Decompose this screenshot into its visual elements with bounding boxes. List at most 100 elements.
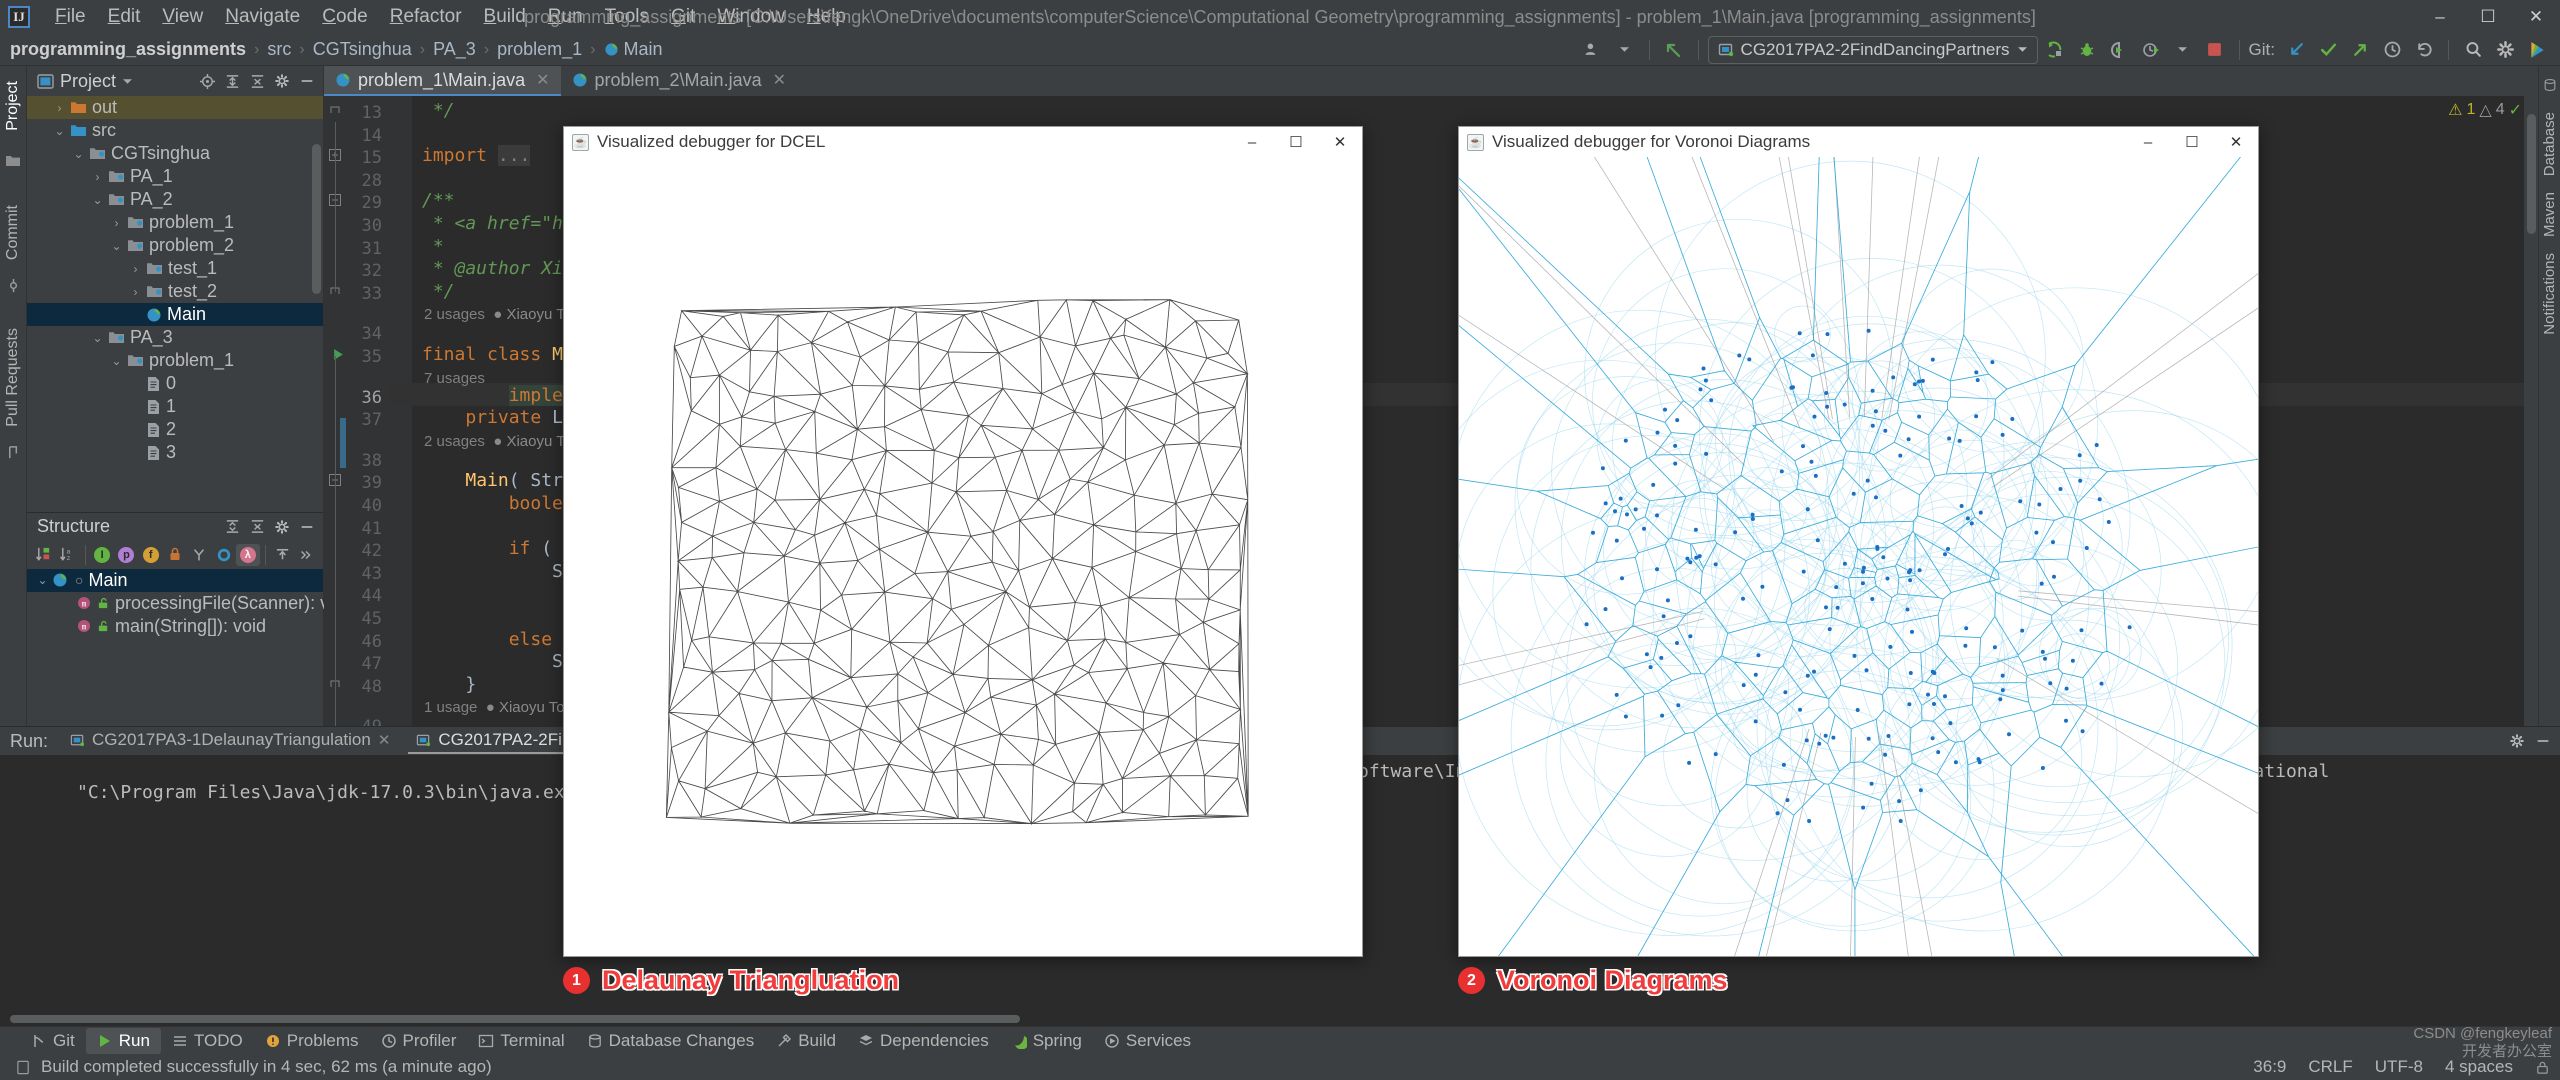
project-tree-item-main[interactable]: ›Main [27, 303, 323, 326]
tool-tab-run[interactable]: Run [85, 1027, 161, 1054]
debug-icon[interactable] [2072, 36, 2102, 64]
project-tree-item-test-1[interactable]: › test_1 [27, 257, 323, 280]
run-coverage-icon[interactable] [2104, 36, 2134, 64]
project-tree-item-3[interactable]: ›3 [27, 441, 323, 464]
project-tree-item-test-2[interactable]: › test_2 [27, 280, 323, 303]
project-tree-item-pa-2[interactable]: ⌄ PA_2 [27, 188, 323, 211]
caret-position[interactable]: 36:9 [2253, 1057, 2286, 1077]
git-commit-icon[interactable] [2313, 36, 2343, 64]
breadcrumb-cgtsinghua[interactable]: CGTsinghua [311, 39, 414, 60]
structure-tree[interactable]: ⌄ ○ Main m processingFile(Scanner): void m mai… [27, 568, 353, 679]
structure-item-main[interactable]: m main(String[]): void [27, 615, 323, 638]
hide-panel-icon[interactable] [296, 516, 318, 538]
user-icon[interactable] [1578, 36, 1608, 64]
project-tree-item-src[interactable]: ⌄ src [27, 119, 323, 142]
tree-expand-arrow[interactable]: › [90, 169, 105, 184]
console-hscrollbar[interactable] [0, 1013, 2560, 1026]
profiler-icon[interactable] [2136, 36, 2166, 64]
menu-view[interactable]: View [151, 4, 214, 30]
code-fold-marker[interactable] [329, 104, 341, 119]
history-icon[interactable] [2377, 36, 2407, 64]
code-line[interactable]: /** [422, 190, 455, 213]
collapse-all-icon[interactable] [246, 516, 268, 538]
project-tree-item-1[interactable]: ›1 [27, 395, 323, 418]
tree-expand-arrow[interactable]: › [52, 100, 67, 115]
project-tree-item-2[interactable]: ›2 [27, 418, 323, 441]
run-configuration-selector[interactable]: CG2017PA2-2FindDancingPartners [1707, 35, 2038, 64]
floating-window-voronoi[interactable]: ☕ Visualized debugger for Voronoi Diagra… [1458, 126, 2259, 957]
pull-request-icon[interactable] [2, 442, 24, 464]
tool-tab-profiler[interactable]: Profiler [370, 1028, 468, 1054]
project-tree-item-out[interactable]: › out [27, 96, 323, 119]
project-tree-item-0[interactable]: ›0 [27, 372, 323, 395]
usage-hint[interactable]: 2 usages ● Xiaoyu To [424, 433, 572, 450]
expand-structure-icon[interactable] [270, 544, 293, 566]
show-properties-icon[interactable]: p [115, 544, 138, 566]
sort-alphabetically-icon[interactable]: az [56, 544, 79, 566]
project-tree[interactable]: › out ⌄ src ⌄ CGTsinghua › PA_1 ⌄ PA_2 › problem_1 ⌄… [27, 96, 323, 512]
menu-file[interactable]: File [44, 4, 97, 30]
breadcrumb-project[interactable]: programming_assignments [8, 39, 248, 60]
search-icon[interactable] [2458, 36, 2488, 64]
ai-assistant-icon[interactable] [2522, 36, 2552, 64]
show-inherited-icon[interactable]: I [91, 544, 114, 566]
menu-navigate[interactable]: Navigate [214, 4, 311, 30]
rollback-icon[interactable] [2409, 36, 2439, 64]
code-line[interactable]: import ... [422, 145, 531, 168]
expand-all-icon[interactable] [221, 516, 243, 538]
project-tree-item-pa-3[interactable]: ⌄ PA_3 [27, 326, 323, 349]
project-tree-item-pa-1[interactable]: › PA_1 [27, 165, 323, 188]
project-tree-item-problem-1[interactable]: ⌄ problem_1 [27, 349, 323, 372]
hide-panel-icon[interactable] [2532, 730, 2554, 752]
sort-by-visibility-icon[interactable] [32, 544, 55, 566]
voronoi-title-bar[interactable]: ☕ Visualized debugger for Voronoi Diagra… [1459, 127, 2258, 157]
inspection-widget[interactable]: ⚠ 1 △ 4 ✓ [2448, 100, 2522, 120]
editor-tab-problem1[interactable]: problem_1\Main.java ✕ [324, 66, 561, 96]
chevron-down-icon[interactable] [1610, 36, 1640, 64]
code-line[interactable]: else [422, 629, 552, 652]
usage-hint[interactable]: 1 usage ● Xiaoyu Ton [424, 699, 573, 716]
stripe-tab-pull-requests[interactable]: Pull Requests [1, 319, 25, 436]
select-opened-file-icon[interactable] [196, 70, 218, 92]
menu-edit[interactable]: Edit [97, 4, 152, 30]
tree-expand-arrow[interactable]: ⌄ [71, 146, 86, 161]
show-fields-icon[interactable]: f [139, 544, 162, 566]
database-icon[interactable] [2539, 74, 2560, 96]
expand-all-icon[interactable] [221, 70, 243, 92]
chevron-down-icon[interactable] [2168, 36, 2198, 64]
breadcrumb-src[interactable]: src [265, 39, 293, 60]
tool-tab-terminal[interactable]: Terminal [467, 1028, 575, 1054]
stripe-tab-notifications[interactable]: Notifications [2541, 253, 2558, 335]
show-non-public-icon[interactable] [163, 544, 186, 566]
maximize-button[interactable]: ☐ [2464, 0, 2512, 34]
dcel-title-bar[interactable]: ☕ Visualized debugger for DCEL – ☐ ✕ [564, 127, 1362, 157]
commit-icon[interactable] [2, 275, 24, 297]
tree-expand-arrow[interactable]: ⌄ [35, 573, 50, 588]
editor-scrollbar[interactable] [2524, 96, 2538, 726]
hide-panel-icon[interactable] [296, 70, 318, 92]
run-gutter-icon[interactable] [332, 348, 345, 364]
scrollbar-thumb[interactable] [312, 144, 321, 294]
code-line[interactable]: * [422, 236, 444, 259]
dcel-close-button[interactable]: ✕ [1318, 127, 1362, 157]
tool-tab-git[interactable]: Git [20, 1028, 86, 1054]
usage-hint[interactable]: 7 usages [424, 370, 485, 387]
folder-icon[interactable] [2, 150, 24, 172]
collapse-all-icon[interactable] [246, 70, 268, 92]
project-tree-item-problem-1[interactable]: › problem_1 [27, 211, 323, 234]
run-tab-delaunay[interactable]: CG2017PA3-1DelaunayTriangulation ✕ [62, 728, 398, 754]
editor-fold-column[interactable] [329, 96, 412, 726]
dcel-canvas[interactable] [564, 157, 1362, 956]
back-arrow-icon[interactable] [1659, 36, 1689, 64]
run-icon[interactable] [2040, 36, 2070, 64]
gear-icon[interactable] [271, 516, 293, 538]
scrollbar-thumb[interactable] [2527, 114, 2536, 234]
gear-icon[interactable] [2506, 730, 2528, 752]
tool-tab-problems[interactable]: Problems [254, 1028, 370, 1054]
stripe-tab-database[interactable]: Database [2541, 112, 2558, 176]
close-button[interactable]: ✕ [2512, 0, 2560, 34]
project-tree-item-problem-2[interactable]: ⌄ problem_2 [27, 234, 323, 257]
dcel-maximize-button[interactable]: ☐ [1274, 127, 1318, 157]
breadcrumb-problem1[interactable]: problem_1 [495, 39, 584, 60]
structure-item-main[interactable]: ⌄ ○ Main [27, 568, 323, 592]
